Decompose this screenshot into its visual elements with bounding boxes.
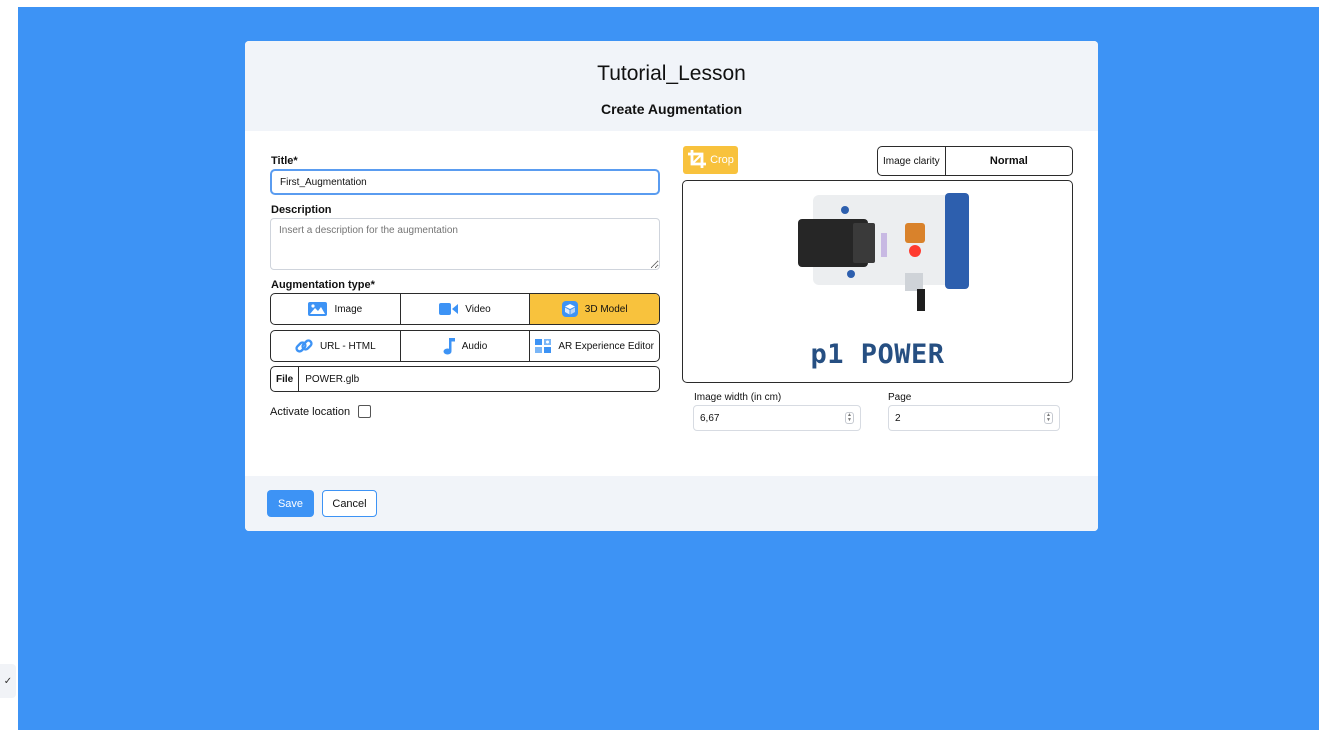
lesson-title: Tutorial_Lesson (597, 62, 746, 85)
description-textarea[interactable] (270, 218, 660, 270)
image-width-stepper[interactable]: ▲ ▼ (845, 412, 854, 424)
description-label: Description (271, 204, 332, 216)
type-ar-experience-editor-button[interactable]: AR Experience Editor (530, 331, 659, 361)
augmentation-type-row-2: URL - HTML Audio AR Experience Editor (270, 330, 660, 362)
modal-header: Tutorial_Lesson Create Augmentation (245, 41, 1098, 131)
image-clarity-label: Image clarity (878, 147, 946, 175)
type-audio-label: Audio (461, 340, 488, 352)
activate-location-checkbox[interactable] (358, 405, 372, 418)
check-icon: ✓ (3, 675, 13, 687)
image-preview: p1 POWER (682, 180, 1073, 383)
image-icon (308, 302, 328, 316)
modal-footer: Save Cancel (245, 476, 1098, 531)
type-url-html-label: URL - HTML (319, 340, 376, 352)
augmentation-type-row-1: Image Video 3D Model (270, 293, 660, 325)
page-value: 2 (895, 412, 901, 424)
modal-title: Create Augmentation (600, 101, 743, 117)
type-video-label: Video (465, 303, 491, 315)
link-icon (295, 337, 313, 355)
file-field[interactable]: File POWER.glb (270, 366, 660, 392)
video-camera-icon (439, 303, 459, 315)
create-augmentation-modal: Tutorial_Lesson Create Augmentation Titl… (245, 41, 1098, 531)
page-label: Page (888, 392, 912, 403)
image-caption: p1 POWER (810, 339, 945, 370)
image-width-value: 6,67 (700, 412, 720, 424)
title-label: Title* (271, 155, 298, 167)
type-image-label: Image (334, 303, 363, 315)
file-name: POWER.glb (305, 373, 360, 385)
activate-location-label: Activate location (270, 405, 351, 418)
image-clarity-field[interactable]: Image clarity Normal (877, 146, 1073, 176)
crop-button[interactable]: Crop (683, 146, 738, 174)
type-3d-model-button[interactable]: 3D Model (530, 294, 659, 324)
image-width-input[interactable]: 6,67 ▲ ▼ (693, 405, 861, 431)
title-input[interactable] (270, 169, 660, 195)
type-3d-model-label: 3D Model (584, 303, 628, 315)
image-width-label: Image width (in cm) (694, 392, 782, 403)
ar-editor-icon (535, 339, 552, 353)
cube-icon (561, 301, 578, 317)
music-note-icon (443, 337, 455, 355)
crop-icon (687, 149, 707, 172)
circuit-board-image (798, 193, 969, 311)
crop-label: Crop (710, 154, 734, 166)
type-ar-experience-editor-label: AR Experience Editor (558, 340, 654, 352)
type-video-button[interactable]: Video (401, 294, 531, 324)
file-label: File (271, 367, 300, 391)
cancel-button[interactable]: Cancel (322, 490, 377, 517)
activate-location-row: Activate location (270, 405, 372, 418)
image-clarity-value: Normal (989, 155, 1028, 167)
type-image-button[interactable]: Image (271, 294, 401, 324)
augmentation-type-label: Augmentation type* (271, 279, 375, 291)
page-input[interactable]: 2 ▲ ▼ (888, 405, 1060, 431)
type-url-html-button[interactable]: URL - HTML (271, 331, 401, 361)
type-audio-button[interactable]: Audio (401, 331, 531, 361)
page-stepper[interactable]: ▲ ▼ (1044, 412, 1053, 424)
save-button[interactable]: Save (267, 490, 314, 517)
side-panel-toggle[interactable]: ✓ (0, 664, 16, 698)
